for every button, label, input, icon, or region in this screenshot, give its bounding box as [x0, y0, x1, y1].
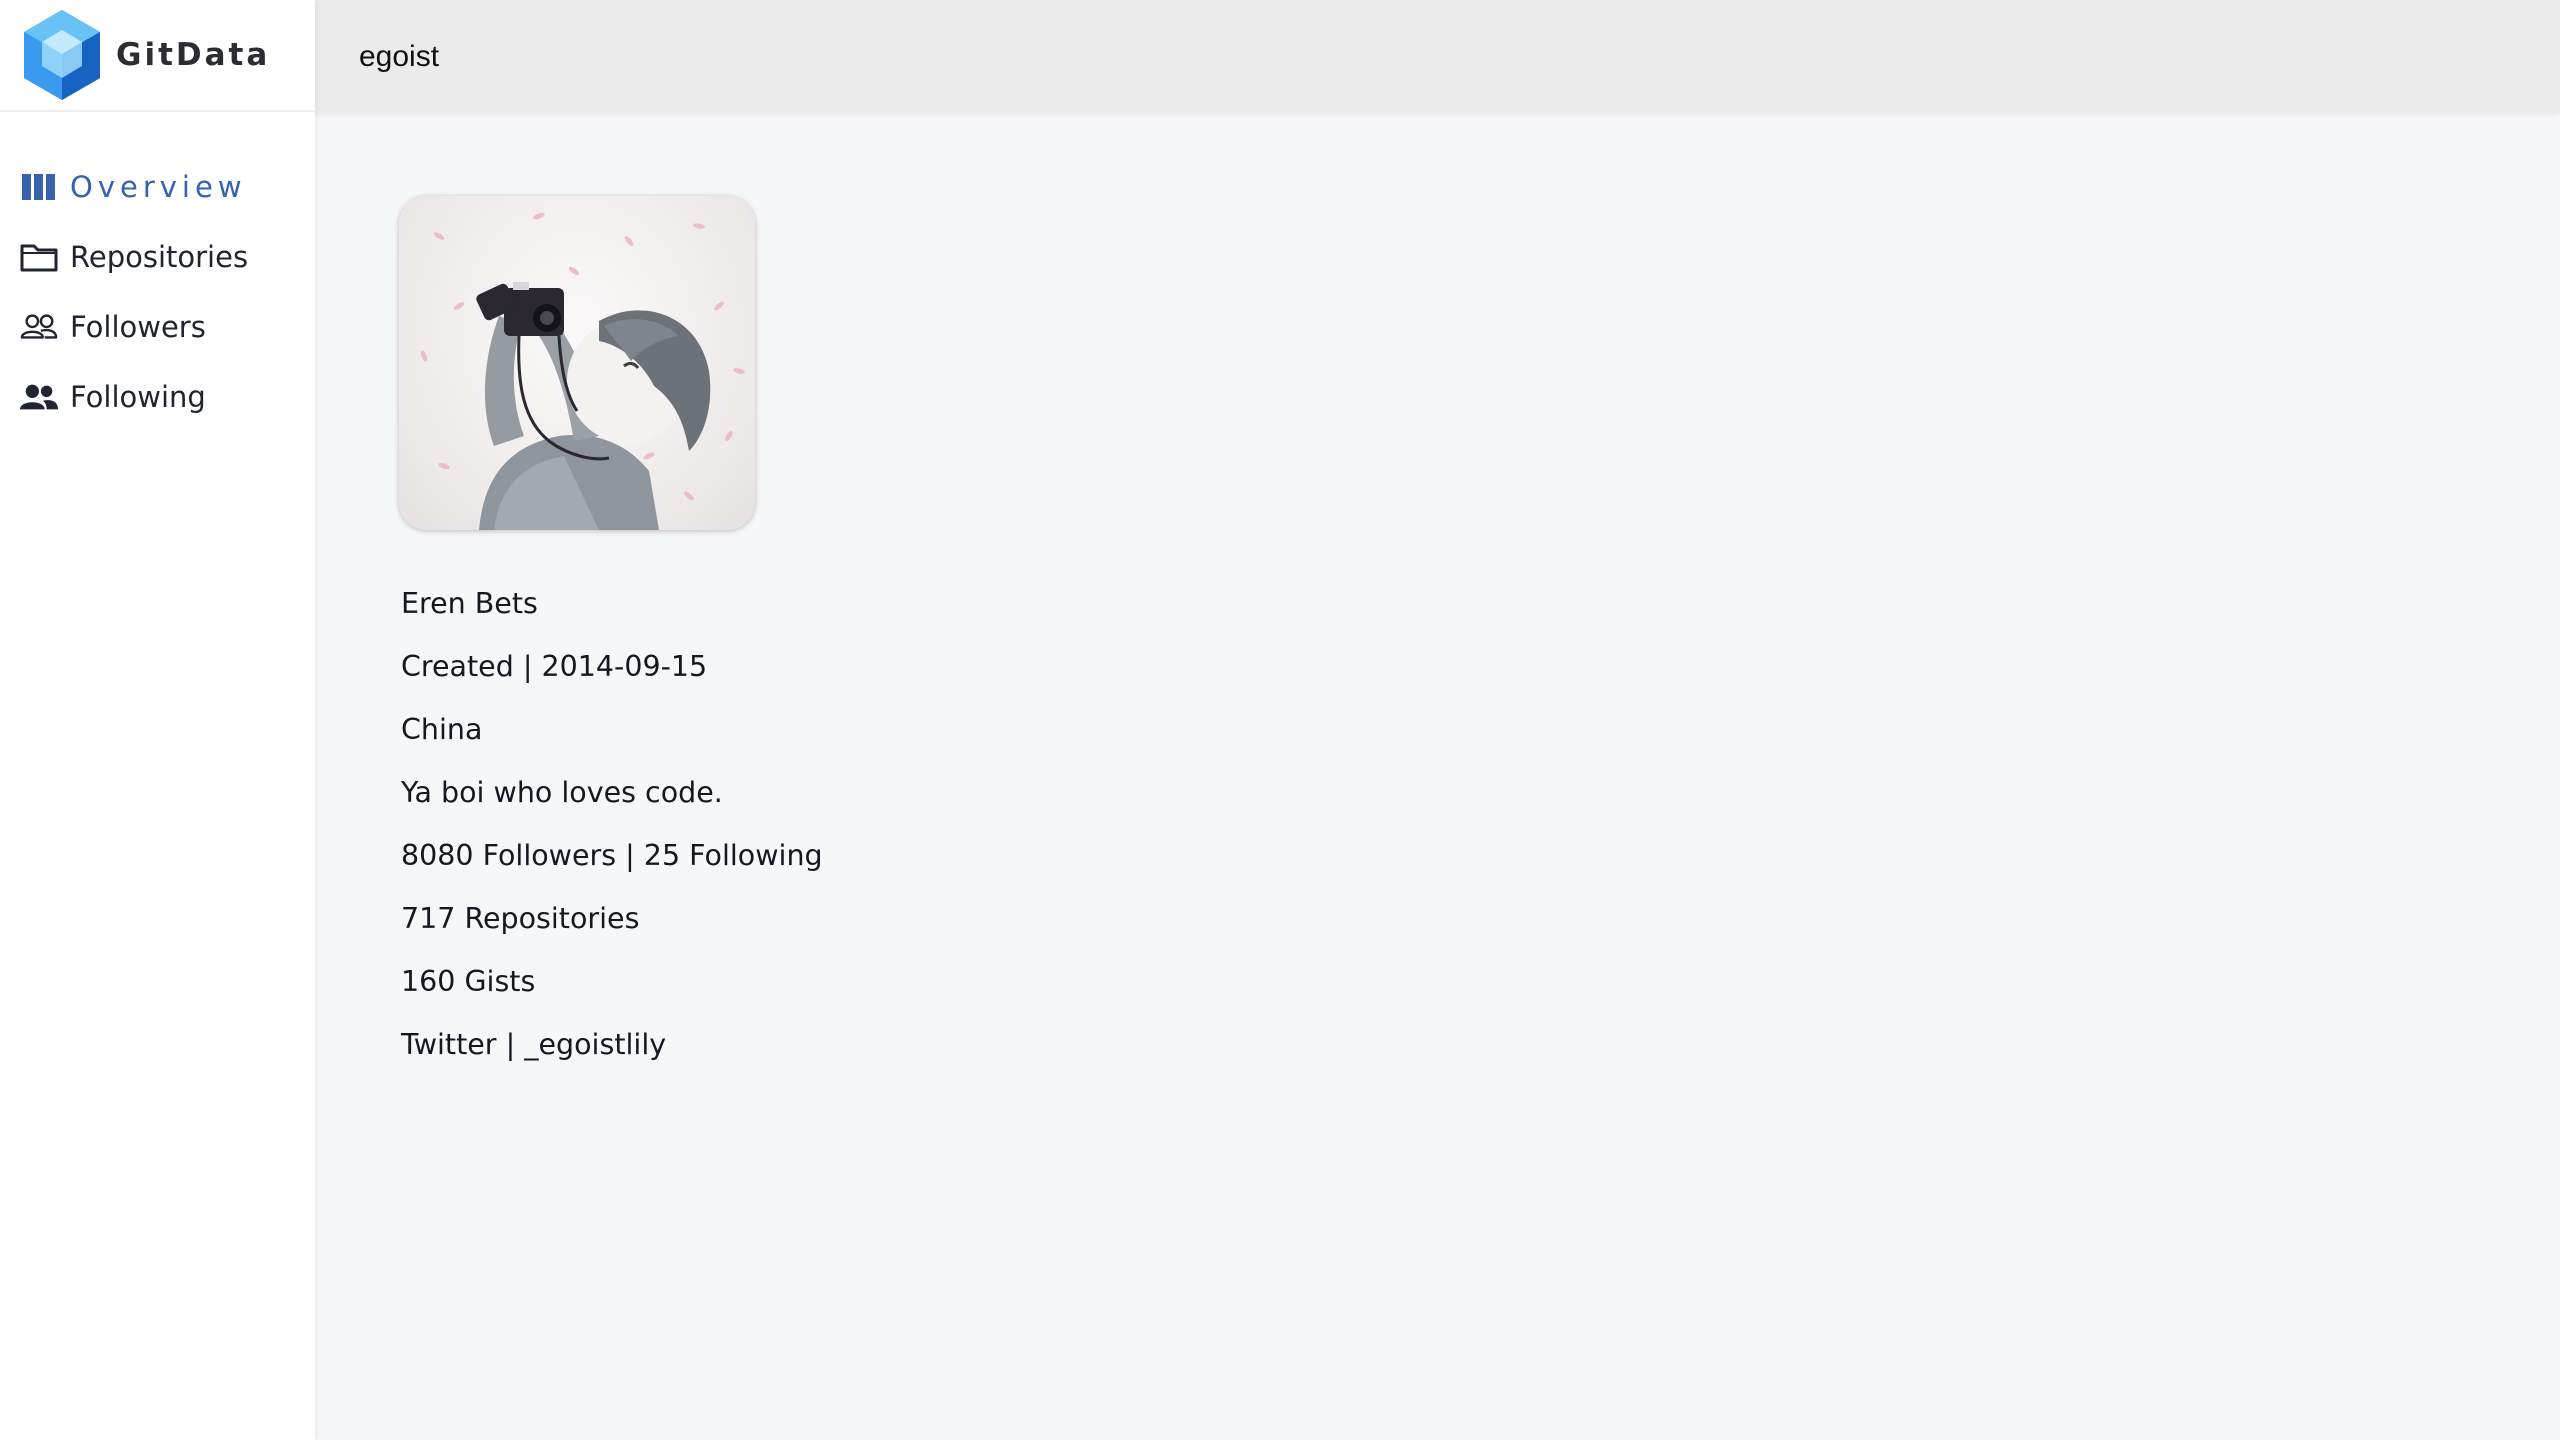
sidebar-item-label: Following — [70, 380, 206, 414]
profile-created: Created | 2014-09-15 — [401, 650, 708, 683]
profile-bio: Ya boi who loves code. — [401, 776, 723, 809]
profile-gists: 160 Gists — [401, 965, 536, 998]
sidebar-nav: Overview Repositories Followers Followin… — [0, 112, 315, 432]
header: egoist — [315, 0, 2560, 114]
header-username: egoist — [359, 40, 440, 73]
columns-icon — [20, 168, 58, 206]
sidebar-item-label: Overview — [70, 170, 247, 204]
avatar — [399, 196, 755, 530]
sidebar-item-overview[interactable]: Overview — [0, 152, 315, 222]
profile-twitter: Twitter | _egoistlily — [401, 1028, 667, 1061]
profile-repositories: 717 Repositories — [401, 902, 640, 935]
sidebar-item-following[interactable]: Following — [0, 362, 315, 432]
sidebar-item-label: Repositories — [70, 240, 249, 274]
gitdata-logo-icon — [24, 10, 100, 100]
avatar-illustration — [420, 212, 745, 530]
folder-icon — [20, 238, 58, 276]
profile-name: Eren Bets — [401, 587, 538, 620]
profile-follow-stats: 8080 Followers | 25 Following — [401, 839, 823, 872]
people-outline-icon — [20, 308, 58, 346]
main-content: Eren Bets Created | 2014-09-15 China Ya … — [315, 114, 2560, 1440]
sidebar-item-followers[interactable]: Followers — [0, 292, 315, 362]
profile-location: China — [401, 713, 483, 746]
sidebar-item-repositories[interactable]: Repositories — [0, 222, 315, 292]
profile-info: Eren Bets Created | 2014-09-15 China Ya … — [401, 572, 823, 1076]
sidebar-item-label: Followers — [70, 310, 206, 344]
people-filled-icon — [20, 378, 58, 416]
brand-name: GitData — [116, 37, 271, 73]
sidebar: GitData Overview Repositories Followers … — [0, 0, 315, 1440]
brand[interactable]: GitData — [0, 0, 315, 112]
